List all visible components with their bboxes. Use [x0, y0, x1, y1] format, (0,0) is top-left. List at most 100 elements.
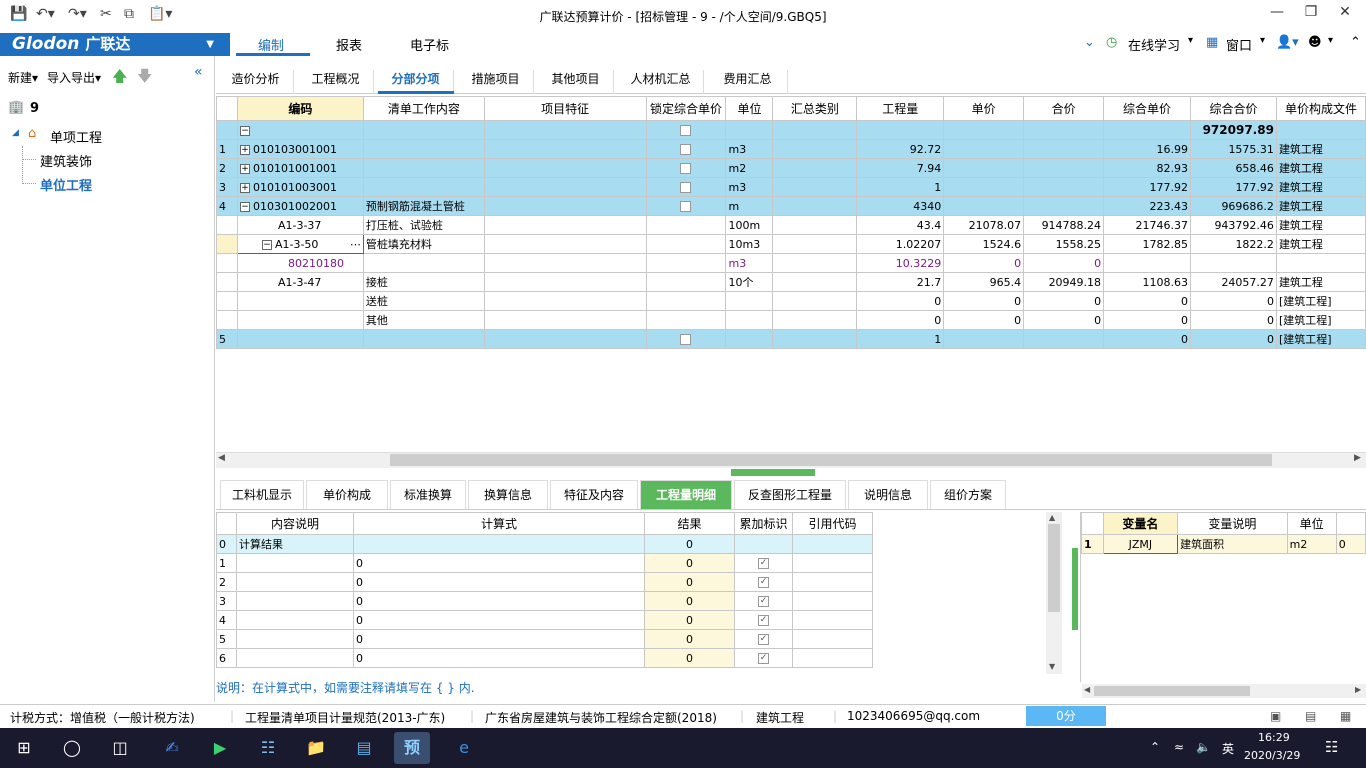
checkbox[interactable] — [680, 182, 692, 193]
cell-file[interactable]: 建筑工程 — [1275, 234, 1366, 254]
cell-composite-price[interactable]: 0 — [1103, 291, 1191, 311]
table-row-selected[interactable]: − A1-3-50 ⋯ 管桩填充材料 10m3 1.02207 1524.6 155… — [216, 234, 1366, 254]
cell-var-value[interactable]: 0 — [1335, 534, 1366, 554]
cell-var-desc[interactable]: 建筑面积 — [1177, 534, 1288, 554]
app-icon[interactable]: ☷ — [250, 732, 286, 764]
expand-icon[interactable]: + — [239, 144, 250, 155]
cell-name[interactable]: 其他 — [362, 310, 485, 330]
calc-row[interactable]: 5 0 0 ✓ — [216, 629, 873, 649]
cell-file[interactable]: [建筑工程] — [1275, 329, 1366, 349]
table-row[interactable]: 1 +010103001001 m3 92.72 16.99 1575.31 建… — [216, 139, 1366, 159]
header-total[interactable]: 合价 — [1023, 96, 1105, 121]
more-icon[interactable]: ⋯ — [350, 238, 361, 251]
tab-quantity-detail[interactable]: 工程量明细 — [640, 480, 732, 509]
header-lock-price[interactable]: 锁定综合单价 — [645, 96, 727, 121]
cell-unit[interactable]: m — [725, 196, 774, 216]
online-learning-button[interactable]: 在线学习 — [1128, 35, 1180, 54]
table-row-total[interactable]: − 972097.89 — [216, 120, 1366, 140]
checkbox-checked[interactable]: ✓ — [758, 596, 769, 607]
cell-composite-price[interactable]: 0 — [1103, 329, 1191, 349]
cell-file[interactable]: 建筑工程 — [1275, 177, 1366, 197]
header-summary-type[interactable]: 汇总类别 — [772, 96, 858, 121]
cell-composite-total[interactable]: 1822.2 — [1189, 234, 1277, 254]
scroll-right-icon[interactable]: ▶ — [1355, 685, 1361, 694]
menu-tab-edit[interactable]: 编制 — [258, 35, 284, 55]
cell-qty[interactable]: 1 — [856, 177, 945, 197]
cell-composite-price[interactable]: 223.43 — [1103, 196, 1191, 216]
checkbox-checked[interactable]: ✓ — [758, 558, 769, 569]
network-icon[interactable]: ≈ — [1174, 740, 1184, 754]
video-player-icon[interactable]: ▶ — [202, 732, 238, 764]
tab-pricing-plan[interactable]: 组价方案 — [930, 480, 1006, 509]
cell-total[interactable]: 0 — [1023, 253, 1105, 273]
tab-description[interactable]: 说明信息 — [848, 480, 928, 509]
table-row[interactable]: 4 −010301002001 预制钢筋混凝土管桩 m 4340 223.43 … — [216, 196, 1366, 216]
calc-row[interactable]: 2 0 0 ✓ — [216, 572, 873, 592]
cell-unit-price[interactable]: 965.4 — [943, 272, 1025, 292]
cell-expr[interactable]: 0 — [353, 553, 645, 573]
collapse-chevron-icon[interactable]: ⌄ — [1084, 35, 1095, 50]
cell-composite-price[interactable]: 177.92 — [1103, 177, 1191, 197]
cell-qty[interactable]: 1 — [856, 329, 945, 349]
cell-name[interactable]: 打压桩、试验桩 — [362, 215, 485, 235]
header-price-file[interactable]: 单价构成文件 — [1275, 96, 1366, 121]
cell-total[interactable]: 1558.25 — [1023, 234, 1105, 254]
tab-cost-analysis[interactable]: 造价分析 — [218, 70, 294, 94]
tab-standard-conversion[interactable]: 标准换算 — [390, 480, 466, 509]
view-icon-3[interactable]: ▦ — [1340, 709, 1351, 723]
cell-composite-price[interactable]: 16.99 — [1103, 139, 1191, 159]
tab-features[interactable]: 特征及内容 — [550, 480, 638, 509]
cell-file[interactable]: 建筑工程 — [1275, 215, 1366, 235]
cell-qty[interactable]: 10.3229 — [856, 253, 945, 273]
clock-date[interactable]: 2020/3/29 — [1244, 749, 1300, 762]
header-features[interactable]: 项目特征 — [483, 96, 647, 121]
cell-unit-price[interactable]: 0 — [943, 291, 1025, 311]
collapse-icon[interactable]: − — [261, 239, 272, 250]
cell-unit-price[interactable]: 0 — [943, 310, 1025, 330]
cell-code[interactable]: A1-3-47 — [236, 272, 364, 292]
tree-expand-icon[interactable]: ◢ — [12, 128, 19, 138]
scroll-right-icon[interactable]: ▶ — [1354, 453, 1361, 463]
user-icon[interactable]: 👤▾ — [1276, 35, 1299, 50]
var-row[interactable]: 1 JZMJ 建筑面积 m2 0 — [1081, 534, 1366, 554]
cell-file[interactable]: 建筑工程 — [1275, 139, 1366, 159]
checkbox[interactable] — [680, 144, 692, 155]
clock-time[interactable]: 16:29 — [1258, 731, 1290, 744]
cell-unit[interactable]: 100m — [725, 215, 774, 235]
edge-browser-icon[interactable]: e — [446, 732, 482, 764]
collapse-icon[interactable]: − — [239, 125, 250, 136]
header-quantity[interactable]: 工程量 — [856, 96, 945, 121]
cell-unit-price[interactable]: 1524.6 — [943, 234, 1025, 254]
checkbox-checked[interactable]: ✓ — [758, 577, 769, 588]
collapse-left-icon[interactable]: « — [194, 64, 203, 80]
cell-composite-total[interactable]: 969686.2 — [1189, 196, 1277, 216]
volume-icon[interactable]: 🔈 — [1196, 740, 1211, 754]
cell-qty[interactable]: 21.7 — [856, 272, 945, 292]
cell-expr[interactable]: 0 — [353, 629, 645, 649]
checkbox[interactable] — [680, 334, 692, 345]
collapse-up-icon[interactable]: ⌃ — [1350, 35, 1361, 50]
cell-code[interactable]: +010101003001 — [236, 177, 364, 197]
cell-qty[interactable]: 7.94 — [856, 158, 945, 178]
cell-file[interactable]: [建筑工程] — [1275, 310, 1366, 330]
table-row[interactable]: 2 +010101001001 m2 7.94 82.93 658.46 建筑工… — [216, 158, 1366, 178]
cell-composite-total[interactable]: 24057.27 — [1189, 272, 1277, 292]
scroll-left-icon[interactable]: ◀ — [218, 453, 225, 463]
cell-unit[interactable]: m3 — [725, 253, 774, 273]
expand-icon[interactable]: + — [239, 182, 250, 193]
menu-tab-report[interactable]: 报表 — [336, 35, 362, 55]
close-icon[interactable]: ✕ — [1330, 4, 1360, 20]
header-accumulate[interactable]: 累加标识 — [734, 512, 793, 535]
move-down-icon[interactable]: 🡇 — [137, 66, 152, 91]
cell-var-unit[interactable]: m2 — [1286, 534, 1337, 554]
window-dropdown-icon[interactable]: ▾ — [1260, 35, 1265, 46]
header-unit-price[interactable]: 单价 — [943, 96, 1025, 121]
cell-var-name[interactable]: JZMJ — [1102, 534, 1179, 554]
tree-root[interactable]: 9 — [30, 101, 39, 116]
cell-unit[interactable]: m3 — [725, 139, 774, 159]
scroll-down-icon[interactable]: ▼ — [1049, 662, 1055, 671]
cell-composite-total[interactable]: 0 — [1189, 310, 1277, 330]
cell-total[interactable]: 0 — [1023, 310, 1105, 330]
online-learning-dropdown-icon[interactable]: ▾ — [1188, 35, 1193, 46]
header-var-unit[interactable]: 单位 — [1286, 512, 1337, 535]
